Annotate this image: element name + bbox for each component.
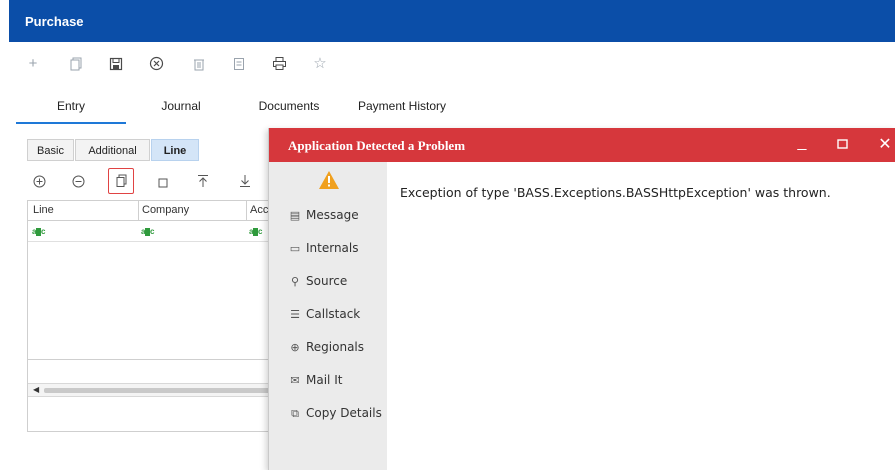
column-header-line[interactable]: Line	[33, 204, 54, 216]
sidebar-item-label: Source	[306, 274, 348, 288]
grid-footer-divider	[28, 359, 271, 360]
tab-label: Entry	[56, 99, 85, 113]
sidebar-item-callstack[interactable]: ☰ Callstack	[287, 307, 360, 321]
horizontal-scrollbar[interactable]: ◀	[28, 383, 273, 397]
sidebar-item-source[interactable]: ⚲ Source	[287, 274, 347, 288]
delete-icon[interactable]	[187, 52, 211, 76]
column-header-account[interactable]: Acc	[250, 204, 268, 216]
copy-row-icon[interactable]	[108, 168, 134, 194]
internals-icon: ▭	[289, 242, 301, 255]
save-icon[interactable]	[104, 52, 128, 76]
cancel-icon[interactable]	[144, 52, 168, 76]
column-divider[interactable]	[138, 201, 139, 221]
main-toolbar: + ☆	[9, 52, 409, 80]
message-icon: ▤	[289, 209, 301, 222]
document-icon[interactable]	[227, 52, 251, 76]
dialog-title: Application Detected a Problem	[288, 138, 466, 153]
dialog-titlebar[interactable]: Application Detected a Problem _ ✕	[269, 128, 895, 162]
line-grid: Line Company Acc ac ac ac ◀	[27, 200, 273, 432]
pin-icon: ⚲	[290, 275, 300, 288]
print-icon[interactable]	[267, 52, 291, 76]
sidebar-item-label: Message	[306, 208, 359, 222]
subtab-additional[interactable]: Additional	[75, 139, 150, 161]
sidebar-item-regionals[interactable]: ⊕ Regionals	[287, 340, 364, 354]
error-message: Exception of type 'BASS.Exceptions.BASSH…	[400, 185, 831, 200]
remove-row-icon[interactable]	[66, 170, 90, 194]
sidebar-item-label: Copy Details	[306, 406, 382, 420]
column-divider[interactable]	[246, 201, 247, 221]
minimize-icon[interactable]: _	[791, 132, 813, 154]
copy-icon[interactable]	[64, 52, 88, 76]
subtab-label: Additional	[88, 145, 137, 157]
text-type-icon: ac	[249, 227, 262, 236]
sidebar-item-label: Mail It	[306, 373, 343, 387]
tab-documents[interactable]: Documents	[249, 96, 329, 124]
move-bottom-icon[interactable]	[233, 170, 257, 194]
copy-icon: ⧉	[291, 407, 299, 420]
add-icon[interactable]: +	[21, 52, 45, 76]
tab-payment-history[interactable]: Payment History	[352, 96, 452, 124]
window-title: Purchase	[25, 14, 84, 29]
error-dialog: Application Detected a Problem _ ✕ ▤ Mess…	[268, 128, 895, 470]
grid-header: Line Company Acc	[28, 201, 271, 221]
mail-icon: ✉	[290, 374, 300, 387]
subtab-label: Basic	[37, 145, 64, 157]
sidebar-item-label: Internals	[306, 241, 359, 255]
sidebar-item-label: Regionals	[306, 340, 365, 354]
callstack-icon: ☰	[290, 308, 300, 321]
tab-journal[interactable]: Journal	[146, 96, 216, 124]
move-top-icon[interactable]	[191, 170, 215, 194]
sidebar-item-label: Callstack	[306, 307, 361, 321]
column-header-company[interactable]: Company	[142, 204, 189, 216]
tab-entry[interactable]: Entry	[16, 96, 126, 124]
warning-icon	[319, 171, 339, 189]
blank-row-icon[interactable]	[151, 170, 175, 194]
globe-icon: ⊕	[290, 341, 300, 354]
subtab-label: Line	[163, 145, 187, 157]
close-icon[interactable]: ✕	[874, 134, 895, 156]
add-row-icon[interactable]	[27, 170, 51, 194]
tab-label: Documents	[258, 99, 320, 113]
tab-label: Journal	[161, 99, 201, 113]
dialog-sidebar: ▤ Message ▭ Internals ⚲ Source ☰ Callstack ⊕…	[269, 162, 387, 470]
tab-label: Payment History	[357, 99, 447, 113]
text-type-icon: ac	[32, 227, 45, 236]
text-type-icon: ac	[141, 227, 154, 236]
app-titlebar: Purchase	[9, 0, 895, 42]
table-row[interactable]: ac ac ac	[28, 222, 271, 242]
maximize-icon[interactable]	[831, 134, 853, 156]
subtab-line[interactable]: Line	[151, 139, 199, 161]
sidebar-item-copy-details[interactable]: ⧉ Copy Details	[287, 406, 382, 421]
scroll-left-icon[interactable]: ◀	[33, 385, 39, 394]
subtab-basic[interactable]: Basic	[27, 139, 74, 161]
sidebar-item-message[interactable]: ▤ Message	[287, 208, 359, 222]
sidebar-item-internals[interactable]: ▭ Internals	[287, 241, 359, 255]
favorite-icon[interactable]: ☆	[308, 52, 332, 76]
grid-toolbar	[27, 168, 267, 196]
scrollbar-thumb[interactable]	[44, 388, 273, 393]
sidebar-item-mail-it[interactable]: ✉ Mail It	[287, 373, 342, 387]
